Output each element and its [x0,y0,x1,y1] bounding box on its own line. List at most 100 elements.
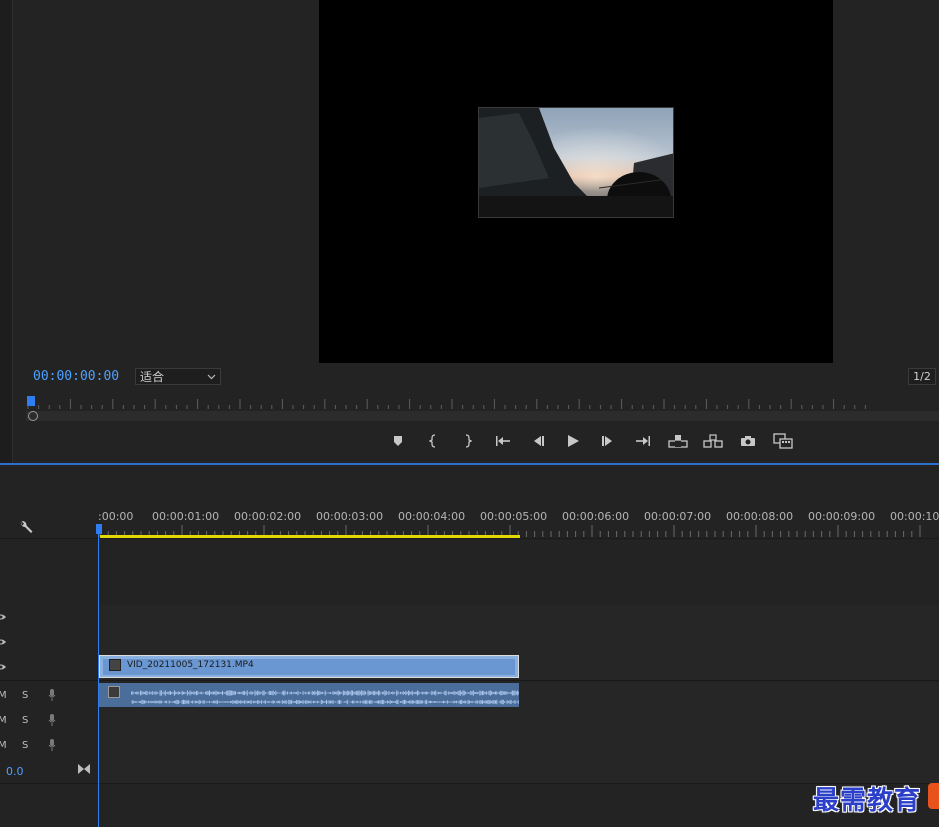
play-button[interactable] [555,430,590,452]
waveform-sample [244,690,246,696]
timeline-settings-button[interactable] [18,520,34,540]
video-track-3 [0,605,939,631]
waveform-sample [151,701,153,703]
waveform-sample [436,692,438,694]
waveform-sample [160,700,162,704]
transport-controls [380,430,800,452]
master-pan-icon[interactable] [78,764,90,774]
waveform-sample [387,700,389,704]
microphone-icon[interactable] [48,689,56,701]
waveform-sample [276,692,278,694]
waveform-sample [337,700,339,704]
microphone-icon[interactable] [48,739,56,751]
waveform-sample [352,700,353,704]
add-marker-button[interactable] [380,430,415,452]
waveform-sample [374,701,376,703]
waveform-sample [300,700,301,704]
monitor-zoom-handle[interactable] [28,411,38,421]
waveform-sample [336,701,338,703]
waveform-sample [409,691,411,695]
waveform-sample [170,691,171,695]
waveform-sample [363,700,365,704]
solo-button[interactable]: S [22,740,28,751]
waveform-sample [268,690,270,696]
timeline-playhead-handle[interactable] [96,524,102,534]
lift-button[interactable] [660,430,695,452]
waveform-sample [409,700,411,704]
solo-button[interactable]: S [22,715,28,726]
waveform-sample [158,692,160,694]
waveform-sample [296,699,298,705]
waveform-sample [508,692,509,694]
waveform-sample [407,690,409,696]
waveform-sample [474,701,476,703]
mark-out-button[interactable] [450,430,485,452]
waveform-sample [378,700,379,704]
waveform-sample [370,700,372,704]
waveform-sample [413,700,415,704]
solo-button[interactable]: S [22,690,28,701]
timeline-time-ruler[interactable]: :00:00 00:00:01:00 00:00:02:00 00:00:03:00 0… [98,505,939,538]
waveform-sample [220,692,222,694]
waveform-sample [284,690,286,696]
zoom-fit-label: 适合 [140,370,165,384]
waveform-sample [445,701,447,703]
waveform-sample [228,701,230,703]
waveform-sample [316,690,318,696]
microphone-icon[interactable] [48,714,56,726]
left-panel-edge [0,0,13,463]
waveform-sample [142,691,144,695]
waveform-sample [232,690,234,696]
waveform-sample [179,691,181,695]
monitor-playhead[interactable] [27,396,35,406]
waveform-sample [400,701,402,703]
waveform-sample [212,700,214,704]
waveform-sample [224,692,226,694]
waveform-sample [277,692,279,694]
waveform-sample [430,692,431,694]
waveform-sample [361,701,363,703]
monitor-scrub-bar[interactable] [26,411,939,421]
playhead-timecode[interactable]: 00:00:00:00 [33,369,119,384]
audio-clip[interactable] [99,683,519,707]
mark-in-button[interactable] [415,430,450,452]
waveform-sample [261,692,262,694]
master-volume-value[interactable]: 0.0 [6,765,24,778]
audio-track-3-lane[interactable] [98,733,939,758]
monitor-time-ruler[interactable] [26,398,939,410]
compare-view-button[interactable] [765,430,800,452]
export-frame-button[interactable] [730,430,765,452]
waveform-sample [436,701,438,703]
playback-resolution-dropdown[interactable]: 1/2 [908,368,936,385]
eye-icon[interactable] [0,662,6,672]
video-track-3-lane[interactable] [98,605,939,630]
step-back-button[interactable] [520,430,555,452]
eye-icon[interactable] [0,612,6,622]
go-to-out-button[interactable] [625,430,660,452]
waveform-sample [176,699,178,705]
waveform-sample [428,700,430,704]
audio-track-2-lane[interactable] [98,708,939,733]
video-clip[interactable]: VID_20211005_172131.MP4 [99,655,519,678]
waveform-sample [296,692,298,694]
waveform-sample [223,701,225,703]
mute-button[interactable]: M [0,690,7,701]
step-forward-button[interactable] [590,430,625,452]
waveform-sample [483,690,485,696]
waveform-sample [492,691,494,695]
eye-icon[interactable] [0,637,6,647]
waveform-sample [484,700,486,704]
video-track-2-lane[interactable] [98,630,939,655]
watermark-logo-text: 最需教育 [813,786,922,816]
zoom-fit-dropdown[interactable]: 适合 [135,368,221,385]
timeline-playhead-line[interactable] [98,524,99,827]
mute-button[interactable]: M [0,715,7,726]
go-to-in-button[interactable] [485,430,520,452]
extract-button[interactable] [695,430,730,452]
mute-button[interactable]: M [0,740,7,751]
waveform-sample [410,700,412,704]
waveform-sample [370,691,372,695]
waveform-sample [231,701,233,703]
waveform-sample [456,692,457,694]
waveform-sample [266,692,268,694]
